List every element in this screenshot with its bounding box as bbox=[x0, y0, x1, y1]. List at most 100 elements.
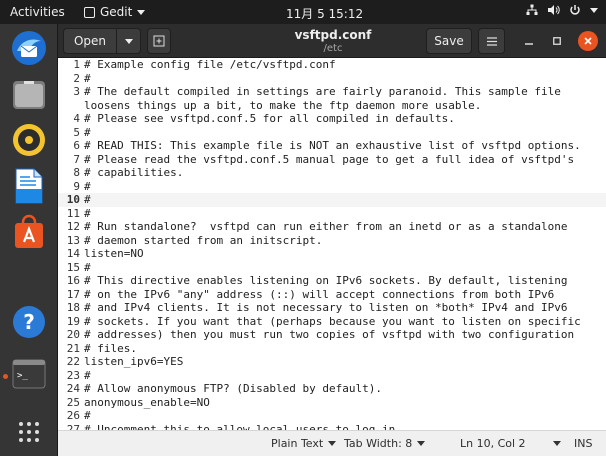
text-editor[interactable]: 1 # Example config file /etc/vsftpd.conf 2… bbox=[58, 58, 606, 455]
terminal-icon: >_ bbox=[12, 359, 46, 389]
document-icon bbox=[15, 168, 43, 204]
mail-bird-icon bbox=[12, 31, 46, 65]
editor-line[interactable]: 20 # addresses) then you must run two cop… bbox=[58, 328, 606, 342]
line-text: # on the IPv6 "any" address (::) will ac… bbox=[84, 287, 555, 301]
editor-line[interactable]: 8 # capabilities. bbox=[58, 166, 606, 180]
line-number: 1 bbox=[73, 58, 80, 71]
line-number: 15 bbox=[66, 260, 80, 274]
line-number: 18 bbox=[66, 301, 80, 314]
line-number: 19 bbox=[66, 314, 80, 328]
editor-line[interactable]: 24 # Allow anonymous FTP? (Disabled by de… bbox=[58, 382, 606, 396]
minimize-button[interactable] bbox=[521, 33, 537, 49]
language-label: Plain Text bbox=[271, 437, 324, 450]
line-text: # sockets. If you want that (perhaps bec… bbox=[84, 314, 581, 328]
close-button[interactable] bbox=[578, 31, 598, 51]
dock-item-software[interactable] bbox=[9, 212, 49, 252]
editor-line[interactable]: 23 # bbox=[58, 369, 606, 383]
hamburger-icon bbox=[486, 36, 497, 46]
editor-line[interactable]: 2 # bbox=[58, 72, 606, 86]
line-text: # addresses) then you must run two copie… bbox=[84, 328, 575, 341]
editor-line[interactable]: 22 listen_ipv6=YES bbox=[58, 355, 606, 369]
editor-line[interactable]: 5 # bbox=[58, 126, 606, 140]
insert-mode: INS bbox=[574, 437, 592, 450]
chevron-down-icon bbox=[552, 441, 561, 446]
editor-line[interactable]: 15 # bbox=[58, 261, 606, 275]
line-number: 24 bbox=[66, 382, 80, 395]
editor-line[interactable]: 17 # on the IPv6 "any" address (::) will … bbox=[58, 288, 606, 302]
line-text: # bbox=[84, 179, 91, 193]
chevron-down-icon bbox=[417, 441, 426, 446]
line-text: # Allow anonymous FTP? (Disabled by defa… bbox=[84, 382, 383, 395]
editor-line[interactable]: 10 # bbox=[58, 193, 606, 207]
editor-line[interactable]: 21 # files. bbox=[58, 342, 606, 356]
editor-line[interactable]: 11 # bbox=[58, 207, 606, 221]
dock-item-files[interactable] bbox=[9, 74, 49, 114]
tab-width-selector[interactable]: Tab Width: 8 bbox=[344, 437, 426, 450]
save-button[interactable]: Save bbox=[426, 28, 472, 54]
maximize-button[interactable] bbox=[549, 33, 565, 49]
status-bar: Plain Text Tab Width: 8 Ln 10, Col 2 INS bbox=[58, 430, 606, 456]
dock-item-terminal[interactable]: >_ bbox=[9, 354, 49, 394]
running-indicator bbox=[3, 374, 8, 379]
editor-line[interactable]: 25 anonymous_enable=NO bbox=[58, 396, 606, 410]
top-bar: Activities Gedit 11月 5 15:12 bbox=[0, 0, 606, 24]
power-icon bbox=[570, 5, 580, 15]
line-text: # Please see vsftpd.conf.5 for all compi… bbox=[84, 112, 455, 125]
open-menu-button[interactable] bbox=[116, 28, 141, 54]
chevron-down-icon bbox=[590, 7, 598, 13]
editor-line[interactable]: 18 # and IPv4 clients. It is not necessar… bbox=[58, 301, 606, 315]
shopping-bag-icon bbox=[15, 214, 43, 248]
terminal-prompt: >_ bbox=[17, 371, 28, 381]
line-text: # Please read the vsftpd.conf.5 manual p… bbox=[84, 152, 575, 166]
editor-line[interactable]: 14 listen=NO bbox=[58, 247, 606, 261]
editor-line[interactable]: 13 # daemon started from an initscript. bbox=[58, 234, 606, 248]
line-text: # The default compiled in settings are f… bbox=[84, 85, 561, 98]
line-text: # files. bbox=[84, 341, 137, 355]
show-applications-button[interactable] bbox=[9, 412, 49, 452]
dock-item-writer[interactable] bbox=[9, 166, 49, 206]
line-text: listen_ipv6=YES bbox=[84, 355, 184, 368]
editor-line[interactable]: 4 # Please see vsftpd.conf.5 for all comp… bbox=[58, 112, 606, 126]
system-tray[interactable] bbox=[526, 4, 598, 16]
line-number: 6 bbox=[73, 139, 80, 152]
cursor-position-selector[interactable]: Ln 10, Col 2 bbox=[460, 437, 561, 450]
clock[interactable]: 11月 5 15:12 bbox=[286, 5, 363, 22]
editor-line[interactable]: 1 # Example config file /etc/vsftpd.conf bbox=[58, 58, 606, 72]
hamburger-menu-button[interactable] bbox=[478, 28, 505, 54]
dock-item-thunderbird[interactable] bbox=[9, 28, 49, 68]
editor-line[interactable]: 19 # sockets. If you want that (perhaps b… bbox=[58, 315, 606, 329]
line-number: 16 bbox=[66, 274, 80, 287]
app-menu[interactable]: Gedit bbox=[84, 5, 146, 19]
document-path: /etc bbox=[323, 43, 343, 54]
line-number: 9 bbox=[73, 179, 80, 193]
new-tab-button[interactable] bbox=[147, 28, 171, 54]
line-text: # bbox=[84, 125, 91, 139]
editor-line[interactable]: 6 # READ THIS: This example file is NOT a… bbox=[58, 139, 606, 153]
editor-line[interactable]: 3 # The default compiled in settings are … bbox=[58, 85, 606, 99]
editor-line[interactable]: 12 # Run standalone? vsftpd can run eithe… bbox=[58, 220, 606, 234]
activities-button[interactable]: Activities bbox=[10, 5, 65, 19]
line-text: # This directive enables listening on IP… bbox=[84, 274, 568, 287]
chevron-down-icon bbox=[137, 9, 146, 15]
editor-line[interactable]: 26 # bbox=[58, 409, 606, 423]
svg-text:?: ? bbox=[23, 310, 35, 334]
line-number: 8 bbox=[73, 166, 80, 179]
line-text: anonymous_enable=NO bbox=[84, 395, 210, 409]
editor-line[interactable]: 9 # bbox=[58, 180, 606, 194]
dock-item-rhythmbox[interactable] bbox=[9, 120, 49, 160]
line-text: # READ THIS: This example file is NOT an… bbox=[84, 139, 581, 152]
open-button[interactable]: Open bbox=[63, 28, 117, 54]
line-number: 22 bbox=[66, 355, 80, 368]
line-number: 23 bbox=[66, 368, 80, 382]
dock-item-help[interactable]: ? bbox=[9, 302, 49, 342]
volume-icon bbox=[548, 5, 560, 15]
gedit-window: Open vsftpd.conf /etc Save 1 # Example co… bbox=[57, 24, 606, 456]
line-number: 11 bbox=[66, 206, 80, 220]
editor-line[interactable]: loosens things up a bit, to make the ftp… bbox=[58, 99, 606, 113]
editor-line[interactable]: 7 # Please read the vsftpd.conf.5 manual … bbox=[58, 153, 606, 167]
line-number: 14 bbox=[66, 247, 80, 260]
editor-line[interactable]: 16 # This directive enables listening on … bbox=[58, 274, 606, 288]
language-selector[interactable]: Plain Text bbox=[271, 437, 337, 450]
close-icon bbox=[584, 37, 592, 45]
line-number: 10 bbox=[66, 193, 80, 206]
